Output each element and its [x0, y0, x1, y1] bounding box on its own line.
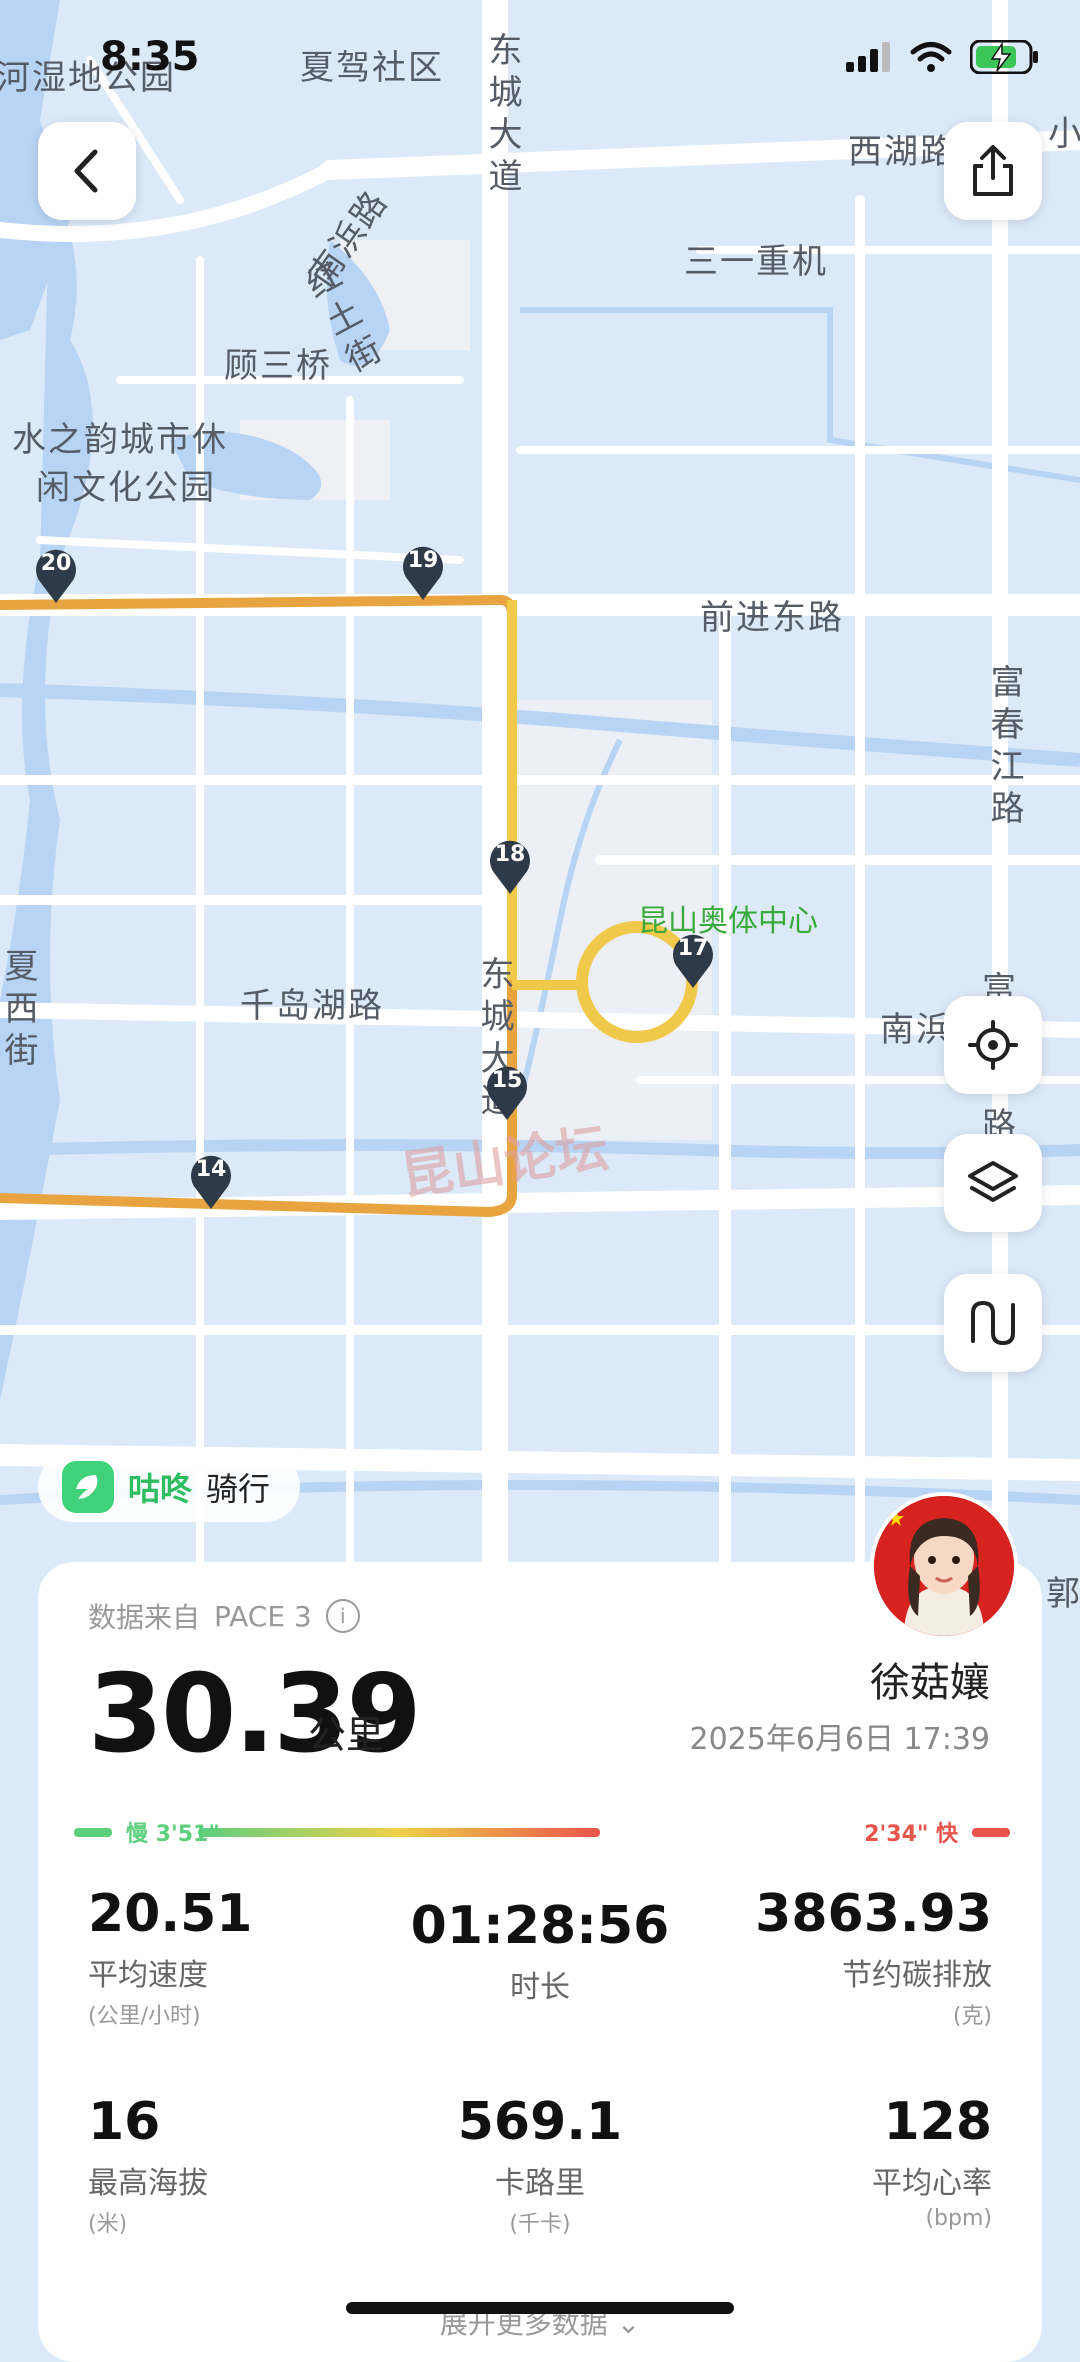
- activity-date: 2025年6月6日 17:39: [689, 1722, 990, 1757]
- status-time: 8:35: [100, 34, 200, 80]
- stat-heart-rate: 128 平均心率 (bpm): [692, 2092, 992, 2231]
- route-button[interactable]: [944, 1274, 1042, 1372]
- stat-unit: (米): [88, 2212, 128, 2237]
- stat-label: 最高海拔: [88, 2166, 208, 2201]
- map-label: 前进东路: [700, 598, 844, 638]
- route-marker-label: 18: [494, 842, 526, 867]
- pace-slow-label: 慢 3'51": [126, 1822, 220, 1847]
- stat-calories: 569.1 卡路里 (千卡): [390, 2092, 690, 2238]
- map-label: 郭: [1046, 1574, 1080, 1614]
- route-marker-label: 20: [40, 551, 72, 576]
- brand-name: 咕咚: [128, 1470, 193, 1508]
- map-label: 富春江路: [984, 664, 1024, 832]
- route-marker-label: 15: [491, 1068, 523, 1093]
- stat-max-altitude: 16 最高海拔 (米): [88, 2092, 388, 2238]
- stat-value: 3863.93: [755, 1884, 992, 1944]
- stat-unit: (公里/小时): [88, 2004, 201, 2029]
- route-marker-19[interactable]: 19: [400, 542, 446, 600]
- summary-card: 数据来自 PACE 3 i 30.39 公里 徐菇孃 2025年6月6日 17:…: [38, 1562, 1042, 2362]
- wifi-icon: [910, 42, 952, 72]
- map-label: 小: [1048, 114, 1080, 154]
- layers-button[interactable]: [944, 1134, 1042, 1232]
- share-button[interactable]: [944, 122, 1042, 220]
- chevron-left-icon: [74, 149, 98, 193]
- app-brand: 咕咚 骑行: [38, 1452, 301, 1522]
- share-icon: [973, 145, 1013, 196]
- route-marker-17[interactable]: 17: [670, 930, 716, 988]
- map-label: 千岛湖路: [240, 986, 384, 1026]
- stat-label: 时长: [510, 1970, 570, 2005]
- route-marker-label: 14: [195, 1157, 227, 1182]
- map-view[interactable]: 河湿地公园 夏驾社区 东城大道 西湖路小三一重机 南浜路 红土街 顾三桥 水之韵城市休 闲文化公…: [0, 0, 1080, 1633]
- route-marker-15[interactable]: 15: [484, 1062, 530, 1120]
- map-canvas: [0, 0, 1080, 1633]
- route-marker-14[interactable]: 14: [188, 1151, 234, 1209]
- map-label: 东城大道: [482, 32, 522, 200]
- data-source: 数据来自 PACE 3 i: [88, 1596, 360, 1636]
- back-button[interactable]: [38, 122, 136, 220]
- stat-unit: (bpm): [925, 2206, 992, 2231]
- pace-fast-label: 2'34" 快: [864, 1822, 958, 1847]
- stat-label: 节约碳排放: [842, 1958, 992, 1993]
- layers-icon: [968, 1161, 1018, 1202]
- info-icon[interactable]: i: [325, 1599, 360, 1633]
- locate-button[interactable]: [944, 996, 1042, 1094]
- map-label: 南浜: [880, 1010, 952, 1050]
- activity-type: 骑行: [206, 1470, 271, 1508]
- stat-label: 平均心率: [872, 2166, 992, 2201]
- map-label: 水之韵城市休: [12, 420, 228, 460]
- user-name: 徐菇孃: [870, 1660, 990, 1706]
- codoon-logo-icon: [62, 1461, 114, 1513]
- map-label: 昆山奥体中心: [638, 904, 818, 939]
- stat-label: 平均速度: [88, 1958, 208, 1993]
- route-marker-label: 19: [407, 548, 439, 573]
- stat-unit: (克): [952, 2004, 992, 2029]
- route-marker-18[interactable]: 18: [487, 836, 533, 894]
- stat-avg-speed: 20.51 平均速度 (公里/小时): [88, 1884, 388, 2030]
- status-icons: [846, 40, 1040, 74]
- avatar[interactable]: [870, 1492, 1018, 1640]
- stat-duration: 01:28:56 时长: [390, 1896, 690, 2006]
- stat-value: 20.51: [88, 1884, 253, 1944]
- pace-legend: 慢 3'51" 2'34" 快: [74, 1816, 1010, 1847]
- route-icon: [971, 1300, 1015, 1346]
- data-source-label: 数据来自: [88, 1601, 201, 1634]
- stat-label: 卡路里: [495, 2166, 585, 2201]
- route-marker-20[interactable]: 20: [33, 545, 79, 603]
- stat-value: 01:28:56: [410, 1896, 670, 1956]
- map-label: 夏驾社区: [300, 48, 444, 88]
- map-label: 三一重机: [684, 242, 828, 282]
- map-label: 夏西街: [0, 948, 38, 1074]
- map-label: 顾三桥: [224, 346, 332, 386]
- map-label: 西湖路: [848, 132, 956, 172]
- stat-value: 16: [88, 2092, 161, 2152]
- data-source-device: PACE 3: [214, 1599, 312, 1633]
- home-indicator: [346, 2302, 734, 2314]
- distance-unit: 公里: [308, 1713, 385, 1757]
- stat-value: 128: [883, 2092, 992, 2152]
- signal-icon: [846, 42, 890, 72]
- stat-value: 569.1: [457, 2092, 623, 2152]
- stat-carbon: 3863.93 节约碳排放 (克): [692, 1884, 992, 2030]
- stat-unit: (千卡): [509, 2212, 571, 2237]
- battery-charging-icon: [970, 40, 1038, 74]
- route-marker-label: 17: [677, 936, 709, 961]
- map-label: 闲文化公园: [36, 468, 216, 508]
- locate-icon: [968, 1020, 1018, 1070]
